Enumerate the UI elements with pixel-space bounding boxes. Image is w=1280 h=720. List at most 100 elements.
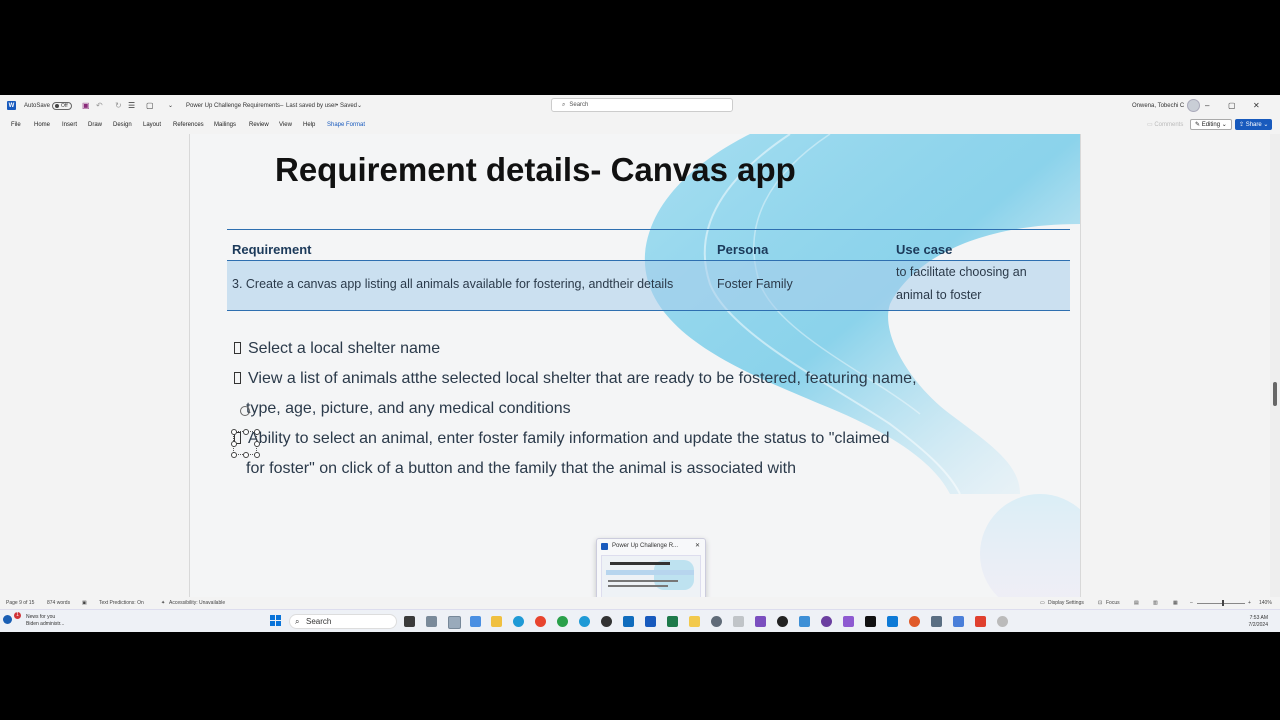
tab-references[interactable]: References xyxy=(173,122,204,128)
visual-studio-icon[interactable] xyxy=(755,616,766,627)
resize-handle[interactable] xyxy=(231,452,237,458)
header-use-case: Use case xyxy=(896,242,953,257)
autosave-toggle[interactable]: Off xyxy=(52,95,72,116)
app-icon[interactable] xyxy=(777,616,788,627)
vertical-scrollbar[interactable] xyxy=(1270,134,1280,597)
outlook-icon[interactable] xyxy=(623,616,634,627)
table-row: 3. Create a canvas app listing all anima… xyxy=(227,261,1070,310)
text-predictions[interactable]: Text Predictions: On xyxy=(99,600,144,606)
document-page[interactable]: Requirement details- Canvas app Requirem… xyxy=(189,134,1081,597)
rotate-handle-icon[interactable] xyxy=(240,406,250,416)
tab-layout[interactable]: Layout xyxy=(143,122,161,128)
shape-selection[interactable] xyxy=(231,429,260,458)
sticky-notes-icon[interactable] xyxy=(689,616,700,627)
tab-mailings[interactable]: Mailings xyxy=(214,122,236,128)
tab-shape-format[interactable]: Shape Format xyxy=(327,122,365,128)
clock-time: 7:53 AM xyxy=(1249,615,1268,621)
word-count[interactable]: 874 words xyxy=(47,600,70,606)
search-box[interactable]: ⌕ Search xyxy=(551,98,733,112)
zoom-slider-thumb[interactable] xyxy=(1222,600,1224,606)
resize-handle[interactable] xyxy=(254,441,260,447)
zoom-in-icon[interactable]: + xyxy=(1248,600,1251,606)
obs-icon[interactable] xyxy=(601,616,612,627)
terminal-icon[interactable] xyxy=(865,616,876,627)
postman-icon[interactable] xyxy=(909,616,920,627)
chevron-down-icon[interactable]: ⌄ xyxy=(357,95,362,116)
start-icon[interactable] xyxy=(270,615,281,626)
calculator-icon[interactable] xyxy=(426,616,437,627)
resize-handle[interactable] xyxy=(231,429,237,435)
proofing-icon[interactable]: ▣ xyxy=(82,600,87,606)
azure-icon[interactable] xyxy=(799,616,810,627)
list-icon[interactable]: ☰ xyxy=(128,95,135,116)
task-view-icon[interactable] xyxy=(404,616,415,627)
teams-icon[interactable] xyxy=(821,616,832,627)
read-mode-icon[interactable]: ▤ xyxy=(1134,600,1139,606)
word-icon[interactable] xyxy=(645,616,656,627)
user-name[interactable]: Onwena, Tobechi C xyxy=(1132,95,1184,116)
app-2-icon[interactable] xyxy=(953,616,964,627)
customize-icon[interactable]: ⌄ xyxy=(168,95,173,116)
app-3-icon[interactable] xyxy=(997,616,1008,627)
comments-button[interactable]: ▭ Comments xyxy=(1143,119,1187,130)
system-clock[interactable]: 7:53 AM 7/2/2024 xyxy=(1249,615,1268,629)
close-icon[interactable]: ✕ xyxy=(695,542,700,549)
chrome-profile-icon[interactable] xyxy=(557,616,568,627)
resize-handle[interactable] xyxy=(254,429,260,435)
edge-dev-icon[interactable] xyxy=(579,616,590,627)
accessibility-status[interactable]: Accessibility: Unavailable xyxy=(169,600,225,606)
tab-design[interactable]: Design xyxy=(113,122,132,128)
scrollbar-thumb[interactable] xyxy=(1273,382,1277,406)
resize-handle[interactable] xyxy=(254,452,260,458)
save-icon[interactable]: ▣ xyxy=(82,95,90,116)
tab-draw[interactable]: Draw xyxy=(88,122,102,128)
chrome-icon[interactable] xyxy=(535,616,546,627)
tools-icon[interactable] xyxy=(733,616,744,627)
vscode-icon[interactable] xyxy=(887,616,898,627)
zoom-out-icon[interactable]: – xyxy=(1190,600,1193,606)
resize-handle[interactable] xyxy=(243,452,249,458)
saved-label[interactable]: Saved xyxy=(340,95,357,116)
page-icon[interactable]: ▢ xyxy=(146,95,154,116)
web-layout-icon[interactable]: ▦ xyxy=(1173,600,1178,606)
resize-handle[interactable] xyxy=(243,429,249,435)
tab-home[interactable]: Home xyxy=(34,122,50,128)
tab-view[interactable]: View xyxy=(279,122,292,128)
snipping-tool-icon[interactable] xyxy=(470,616,481,627)
table-bottom-border xyxy=(227,310,1070,311)
maximize-icon[interactable]: ▢ xyxy=(1228,95,1252,116)
redo-icon[interactable]: ↻ xyxy=(115,95,122,116)
editing-button[interactable]: ✎ Editing ⌄ xyxy=(1190,119,1232,130)
excel-icon[interactable] xyxy=(667,616,678,627)
tab-review[interactable]: Review xyxy=(249,122,269,128)
snagit-icon[interactable] xyxy=(975,616,986,627)
page-count[interactable]: Page 9 of 15 xyxy=(6,600,34,606)
edge-icon[interactable] xyxy=(513,616,524,627)
file-explorer-icon[interactable] xyxy=(491,616,502,627)
news-icon[interactable] xyxy=(3,615,12,624)
image-viewer-icon[interactable] xyxy=(448,616,461,629)
visual-studio-2-icon[interactable] xyxy=(843,616,854,627)
zoom-level[interactable]: 140% xyxy=(1259,600,1272,606)
print-layout-icon[interactable]: ▥ xyxy=(1153,600,1158,606)
tab-insert[interactable]: Insert xyxy=(62,122,77,128)
undo-icon[interactable]: ↶ xyxy=(96,95,103,116)
taskbar-window-preview[interactable]: Power Up Challenge R... ✕ xyxy=(596,538,706,605)
avatar[interactable] xyxy=(1187,95,1200,116)
resize-handle[interactable] xyxy=(231,441,237,447)
package-icon[interactable] xyxy=(931,616,942,627)
close-icon[interactable]: ✕ xyxy=(1253,95,1277,116)
focus-button[interactable]: Focus xyxy=(1106,600,1120,606)
taskbar-search[interactable]: ⌕ Search xyxy=(289,614,397,629)
display-settings[interactable]: Display Settings xyxy=(1048,600,1084,606)
tab-file[interactable]: File xyxy=(11,122,21,128)
document-canvas[interactable]: Requirement details- Canvas app Requirem… xyxy=(0,134,1270,597)
news-badge: 1 xyxy=(14,612,21,619)
news-widget[interactable]: News for you Biden administr... xyxy=(26,614,64,628)
settings-icon[interactable] xyxy=(711,616,722,627)
tab-help[interactable]: Help xyxy=(303,122,315,128)
share-button[interactable]: ⇪ Share ⌄ xyxy=(1235,119,1273,130)
zoom-slider[interactable] xyxy=(1197,603,1245,604)
bullet-box-icon xyxy=(234,342,241,354)
minimize-icon[interactable]: – xyxy=(1205,95,1229,116)
